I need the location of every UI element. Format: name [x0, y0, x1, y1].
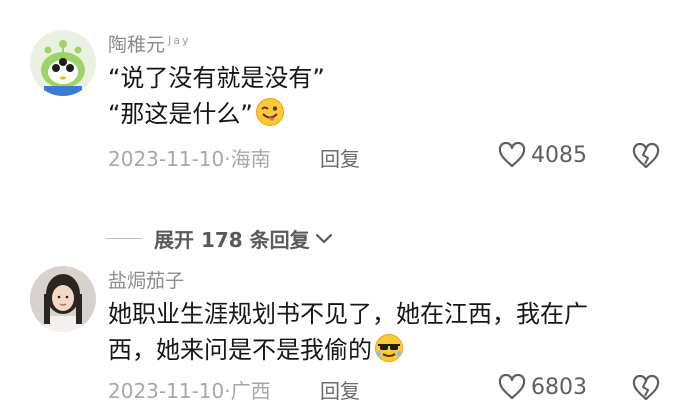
comment-line: “说了没有就是没有” — [108, 64, 325, 92]
username[interactable]: 盐焗茄子 — [108, 266, 184, 293]
comment-line-with-emoji: 西，她来问是不是我偷的 — [108, 332, 668, 373]
username[interactable]: 陶稚元 Jay — [108, 30, 191, 57]
username-text[interactable]: 陶稚元 — [108, 34, 165, 56]
comment-text: 她职业生涯规划书不见了，她在江西，我在广 西，她来问是不是我偷的 — [108, 296, 668, 373]
dislike-button[interactable] — [632, 374, 660, 405]
avatar[interactable] — [30, 266, 96, 332]
comment-location: 广西 — [230, 379, 271, 403]
winking-tongue-emoji-icon — [255, 97, 285, 137]
comment-section: 陶稚元 Jay “说了没有就是没有” “那这是什么” 2023-11-10·海南 … — [0, 0, 690, 420]
username-suffix: Jay — [168, 33, 191, 47]
avatar[interactable] — [30, 30, 96, 96]
comment-line-with-emoji: “那这是什么” — [108, 96, 668, 137]
comment-line: 她职业生涯规划书不见了，她在江西，我在广 — [108, 300, 588, 328]
like-count: 6803 — [531, 374, 587, 400]
like-button[interactable]: 6803 — [498, 374, 587, 400]
comment-date: 2023-11-10 — [108, 147, 225, 171]
comment-line-text: “那这是什么” — [108, 100, 253, 128]
divider-line — [106, 238, 142, 239]
dislike-button[interactable] — [632, 142, 660, 173]
chevron-down-icon — [315, 233, 332, 243]
sunglasses-emoji-icon — [374, 333, 404, 373]
comment-line-text: 西，她来问是不是我偷的 — [108, 336, 372, 364]
comment-text: “说了没有就是没有” “那这是什么” — [108, 60, 668, 137]
comment-meta: 2023-11-10·广西 — [108, 375, 271, 404]
reply-button[interactable]: 回复 — [320, 375, 360, 404]
expand-replies-button[interactable]: 展开 178 条回复 — [106, 224, 334, 253]
reply-button[interactable]: 回复 — [320, 143, 360, 172]
heart-icon — [498, 374, 526, 400]
broken-heart-icon — [632, 142, 660, 169]
like-count: 4085 — [531, 142, 587, 168]
heart-icon — [498, 142, 526, 168]
like-button[interactable]: 4085 — [498, 142, 587, 168]
comment-meta: 2023-11-10·海南 — [108, 143, 271, 172]
broken-heart-icon — [632, 374, 660, 401]
comment-date: 2023-11-10 — [108, 379, 225, 403]
expand-replies-label: 展开 178 条回复 — [154, 228, 310, 252]
comment-location: 海南 — [230, 147, 271, 171]
